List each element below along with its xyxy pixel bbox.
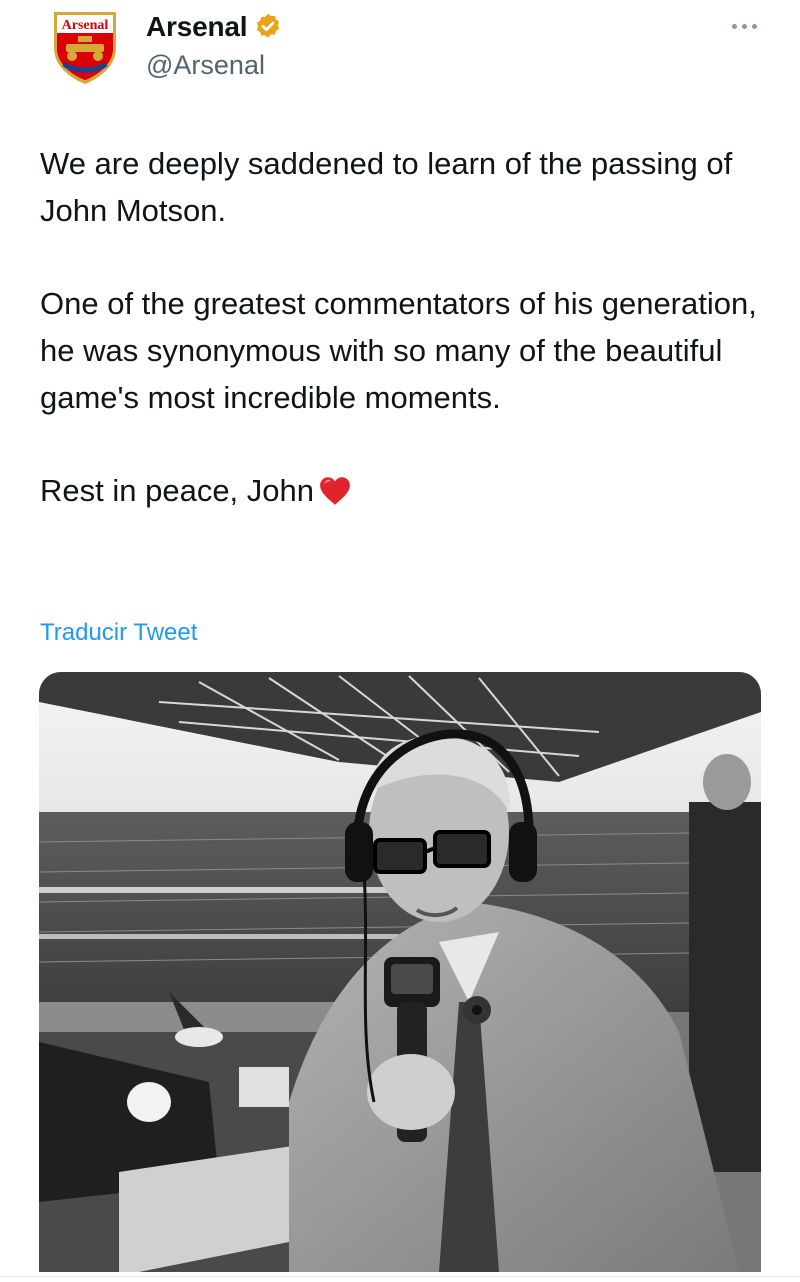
tweet-text: We are deeply saddened to learn of the p…: [40, 140, 770, 560]
red-heart-icon: [320, 477, 350, 505]
handle[interactable]: @Arsenal: [146, 48, 265, 82]
arsenal-crest-icon: Arsenal: [54, 12, 116, 84]
translate-tweet-link[interactable]: Traducir Tweet: [40, 616, 197, 650]
more-horizontal-icon[interactable]: [726, 14, 762, 38]
tweet-paragraph-last: Rest in peace, John: [40, 467, 770, 514]
tweet-paragraph: We are deeply saddened to learn of the p…: [40, 146, 733, 228]
dot: [751, 23, 757, 29]
display-name[interactable]: Arsenal: [146, 10, 248, 44]
name-row: Arsenal: [146, 10, 283, 44]
dot: [731, 23, 737, 29]
avatar[interactable]: Arsenal: [50, 8, 120, 86]
tweet-paragraph: Rest in peace, John: [40, 473, 315, 508]
tweet-paragraph: One of the greatest commentators of his …: [40, 286, 757, 415]
commentator-photo: [39, 672, 761, 1272]
crest-lettering: Arsenal: [62, 18, 109, 33]
dot: [741, 23, 747, 29]
verified-badge-icon: [257, 13, 280, 38]
tweet-photo[interactable]: [39, 672, 761, 1272]
tweet: Arsenal Arsenal @Arsenal We are deeply s…: [0, 0, 800, 1282]
divider: [0, 1276, 800, 1277]
